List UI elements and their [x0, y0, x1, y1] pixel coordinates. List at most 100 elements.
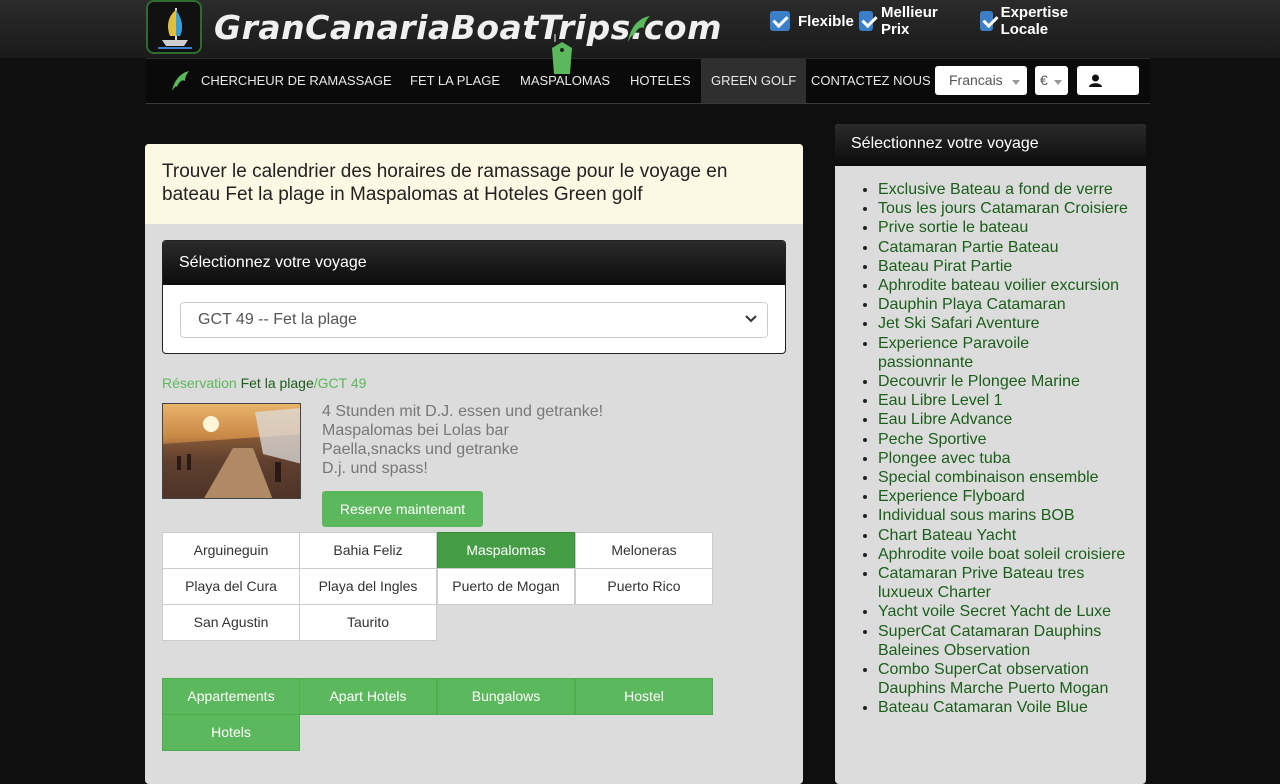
dolphin-home-icon[interactable] [170, 69, 190, 93]
price-tag-icon [552, 34, 572, 74]
sidebar-trip-link[interactable]: Eau Libre Advance [878, 411, 1012, 428]
breadcrumb: Réservation Fet la plage/GCT 49 [162, 375, 366, 391]
type-hotels[interactable]: Hotels [162, 714, 300, 751]
location-arguineguin[interactable]: Arguineguin [162, 532, 300, 569]
sidebar-trip-link[interactable]: Peche Sportive [878, 431, 987, 448]
chevron-down-icon [1054, 80, 1062, 85]
list-item: Chart Bateau Yacht [878, 526, 1128, 545]
list-item: Tous les jours Catamaran Croisiere [878, 199, 1128, 218]
breadcrumb-reservation[interactable]: Réservation [162, 375, 237, 391]
feature-local-expertise: Expertise Locale [980, 4, 1076, 38]
list-item: Peche Sportive [878, 430, 1128, 449]
logo-icon[interactable] [146, 0, 202, 54]
nav-pickup-finder[interactable]: CHERCHEUR DE RAMASSAGE [201, 59, 392, 103]
breadcrumb-trip[interactable]: Fet la plage [241, 375, 314, 391]
nav-green-golf[interactable]: GREEN GOLF [701, 59, 807, 103]
list-item: Catamaran Partie Bateau [878, 238, 1128, 257]
sidebar-trip-link[interactable]: Prive sortie le bateau [878, 219, 1028, 236]
list-item: Prive sortie le bateau [878, 218, 1128, 237]
list-item: Experience Flyboard [878, 487, 1128, 506]
location-playa-del-ingles[interactable]: Playa del Ingles [299, 568, 437, 605]
list-item: Dauphin Playa Catamaran [878, 295, 1128, 314]
sidebar-trip-link[interactable]: Catamaran Partie Bateau [878, 239, 1059, 256]
sidebar-trip-link[interactable]: Experience Flyboard [878, 488, 1025, 505]
breadcrumb-code: /GCT 49 [313, 375, 367, 391]
trip-select-heading: Sélectionnez votre voyage [163, 241, 785, 285]
list-item: SuperCat Catamaran Dauphins Baleines Obs… [878, 622, 1128, 660]
list-item: Experience Paravoile passionnante [878, 334, 1128, 372]
sidebar-trip-link[interactable]: Tous les jours Catamaran Croisiere [878, 200, 1128, 217]
trip-select-dropdown[interactable]: GCT 49 -- Fet la plage [180, 302, 768, 338]
sidebar-trip-link[interactable]: Special combinaison ensemble [878, 469, 1099, 486]
list-item: Eau Libre Advance [878, 410, 1128, 429]
checkbox-icon [980, 11, 993, 31]
list-item: Plongee avec tuba [878, 449, 1128, 468]
type-appartements[interactable]: Appartements [162, 678, 300, 715]
account-button[interactable] [1077, 66, 1139, 95]
sidebar-trip-link[interactable]: Yacht voile Secret Yacht de Luxe [878, 603, 1111, 620]
location-san-agustin[interactable]: San Agustin [162, 604, 300, 641]
nav-fet-la-plage[interactable]: FET LA PLAGE [410, 59, 500, 103]
pickup-info-text: Trouver le calendrier des horaires de ra… [162, 161, 728, 205]
trip-description-line: D.j. und spass! [322, 460, 428, 477]
language-select[interactable]: Francais [935, 66, 1027, 95]
type-hostel[interactable]: Hostel [575, 678, 713, 715]
sidebar-trip-link[interactable]: Decouvrir le Plongee Marine [878, 373, 1080, 390]
currency-select[interactable]: € [1035, 66, 1068, 95]
location-maspalomas[interactable]: Maspalomas [437, 532, 575, 569]
type-bungalows[interactable]: Bungalows [437, 678, 575, 715]
list-item: Decouvrir le Plongee Marine [878, 372, 1128, 391]
location-playa-del-cura[interactable]: Playa del Cura [162, 568, 300, 605]
sidebar-heading: Sélectionnez votre voyage [835, 124, 1146, 166]
sidebar-trip-link[interactable]: Catamaran Prive Bateau tres luxueux Char… [878, 565, 1084, 601]
feature-label: Expertise Locale [1000, 4, 1069, 38]
sidebar-trip-link[interactable]: Chart Bateau Yacht [878, 527, 1016, 544]
sidebar-trip-link[interactable]: Aphrodite bateau voilier excursion [878, 277, 1119, 294]
language-value: Francais [949, 72, 1003, 88]
list-item: Special combinaison ensemble [878, 468, 1128, 487]
list-item: Bateau Catamaran Voile Blue [878, 698, 1128, 717]
location-meloneras[interactable]: Meloneras [575, 532, 713, 569]
trip-photo [162, 403, 301, 499]
feature-label: Mellieur Prix [881, 4, 938, 38]
checkbox-icon [770, 11, 790, 31]
sidebar-trip-link[interactable]: SuperCat Catamaran Dauphins Baleines Obs… [878, 623, 1101, 659]
sidebar-trip-link[interactable]: Bateau Catamaran Voile Blue [878, 699, 1088, 716]
sidebar-trip-link[interactable]: Plongee avec tuba [878, 450, 1011, 467]
sidebar-trip-link[interactable]: Aphrodite voile boat soleil croisiere [878, 546, 1125, 563]
list-item: Eau Libre Level 1 [878, 391, 1128, 410]
location-bahia-feliz[interactable]: Bahia Feliz [299, 532, 437, 569]
dolphin-logo-icon [628, 16, 650, 42]
location-puerto-de-mogan[interactable]: Puerto de Mogan [437, 568, 575, 605]
sidebar-trip-link[interactable]: Dauphin Playa Catamaran [878, 296, 1066, 313]
sidebar-trip-link[interactable]: Jet Ski Safari Aventure [878, 315, 1040, 332]
pickup-info-alert: Trouver le calendrier des horaires de ra… [145, 144, 803, 224]
location-taurito[interactable]: Taurito [299, 604, 437, 641]
chevron-down-icon [1012, 80, 1020, 85]
sidebar-trip-link[interactable]: Combo SuperCat observation Dauphins Marc… [878, 661, 1108, 697]
location-puerto-rico[interactable]: Puerto Rico [575, 568, 713, 605]
sidebar-trip-link[interactable]: Eau Libre Level 1 [878, 392, 1003, 409]
list-item: Exclusive Bateau a fond de verre [878, 180, 1128, 199]
currency-value: € [1040, 72, 1048, 88]
list-item: Jet Ski Safari Aventure [878, 314, 1128, 333]
sidebar-trip-link[interactable]: Individual sous marins BOB [878, 507, 1075, 524]
sidebar-trip-panel: Sélectionnez votre voyage Exclusive Bate… [835, 124, 1146, 784]
sidebar-trip-link[interactable]: Exclusive Bateau a fond de verre [878, 181, 1113, 198]
chevron-down-icon [745, 315, 757, 323]
type-apart-hotels[interactable]: Apart Hotels [299, 678, 437, 715]
sidebar-trip-link[interactable]: Experience Paravoile passionnante [878, 335, 1029, 371]
reserve-now-button[interactable]: Reserve maintenant [322, 491, 483, 527]
sidebar-trip-link[interactable]: Bateau Pirat Partie [878, 258, 1012, 275]
trip-description-line: 4 Stunden mit D.J. essen und getranke! [322, 403, 604, 420]
feature-best-price: Mellieur Prix [859, 4, 944, 38]
main-navbar: CHERCHEUR DE RAMASSAGE FET LA PLAGE MASP… [146, 58, 1150, 104]
trip-description-line: Paella,snacks und getranke [322, 441, 519, 458]
nav-hoteles[interactable]: HOTELES [630, 59, 691, 103]
nav-contact[interactable]: CONTACTEZ NOUS [811, 59, 931, 103]
list-item: Combo SuperCat observation Dauphins Marc… [878, 660, 1128, 698]
feature-flexible: Flexible [770, 8, 854, 34]
trip-select-value: GCT 49 -- Fet la plage [198, 311, 357, 328]
site-header: GranCanariaBoatTrips.com Flexible Mellie… [0, 0, 1280, 58]
checkbox-icon [859, 11, 874, 31]
